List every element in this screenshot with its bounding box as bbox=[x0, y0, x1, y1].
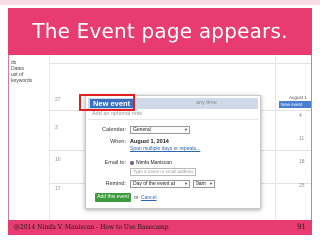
slide-title: The Event page appears. bbox=[32, 19, 288, 43]
calendar-select[interactable]: General ▼ bbox=[130, 126, 190, 134]
chevron-down-icon: ▼ bbox=[184, 181, 188, 186]
remind-time-value: 9am bbox=[196, 181, 206, 187]
footer-band: @2014 Nimfa V. Maniscan - How to Use Bas… bbox=[8, 220, 312, 235]
month-day-label: August 1 bbox=[289, 95, 307, 100]
any-time-label[interactable]: any time bbox=[196, 100, 217, 106]
calendar-label: Calendar: bbox=[102, 127, 126, 133]
chevron-down-icon: ▼ bbox=[209, 181, 213, 186]
popup-divider bbox=[88, 119, 258, 120]
sidebar-fragment: ds Dates ust of keywords bbox=[11, 60, 32, 84]
recipient-name: Nimfa Maniscan bbox=[136, 160, 172, 166]
chevron-down-icon: ▼ bbox=[184, 127, 188, 132]
when-label: When: bbox=[110, 139, 126, 145]
slide-top-accent bbox=[0, 0, 320, 5]
calendar-col-line bbox=[275, 55, 276, 220]
email-recipient[interactable]: Nimfa Maniscan bbox=[130, 160, 172, 166]
remind-label: Remind: bbox=[105, 181, 126, 187]
day-number[interactable]: 3 bbox=[55, 125, 58, 131]
day-number[interactable]: 10 bbox=[55, 157, 61, 163]
title-band: The Event page appears. bbox=[8, 8, 312, 55]
calendar-event-chip[interactable]: New event bbox=[279, 101, 311, 108]
sidebar-line[interactable]: keywords bbox=[11, 78, 32, 84]
footer-copyright: @2014 Nimfa V. Maniscan - How to Use Bas… bbox=[14, 224, 169, 231]
note-input[interactable]: Add an optional note bbox=[92, 111, 142, 117]
remind-select-value: Day of the event at bbox=[133, 181, 175, 187]
cancel-link[interactable]: Cancel bbox=[141, 195, 157, 201]
day-number[interactable]: 11 bbox=[299, 136, 304, 142]
callout-highlight-box bbox=[79, 94, 135, 111]
calendar-row-line bbox=[49, 63, 311, 64]
email-label: Email to: bbox=[104, 160, 126, 166]
page-number: 91 bbox=[297, 223, 306, 231]
calendar-col-line bbox=[49, 55, 50, 220]
slide-right-border bbox=[311, 55, 312, 220]
day-number[interactable]: 27 bbox=[55, 97, 61, 103]
remind-select[interactable]: Day of the event at ▼ bbox=[130, 180, 190, 188]
day-number[interactable]: 17 bbox=[55, 186, 61, 192]
or-text: or bbox=[134, 195, 139, 201]
email-input[interactable]: Type a name or email address... bbox=[130, 168, 196, 176]
add-event-button[interactable]: Add this event bbox=[95, 193, 131, 202]
day-number[interactable]: 18 bbox=[299, 159, 305, 165]
day-number[interactable]: 25 bbox=[299, 183, 305, 189]
new-event-popup: New event any time Add an optional note … bbox=[85, 95, 261, 209]
remind-time-select[interactable]: 9am ▼ bbox=[193, 180, 215, 188]
calendar-select-value: General bbox=[133, 127, 151, 133]
basecamp-screenshot: ds Dates ust of keywords 27 3 10 17 4 11… bbox=[9, 55, 311, 220]
day-number[interactable]: 4 bbox=[299, 113, 302, 119]
multiple-days-link[interactable]: Span multiple days or repeats... bbox=[130, 146, 200, 152]
when-date[interactable]: August 1, 2014 bbox=[130, 139, 169, 145]
avatar bbox=[130, 160, 134, 165]
